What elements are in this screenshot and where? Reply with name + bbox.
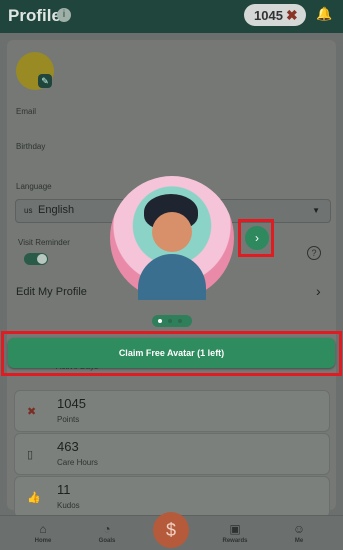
pager-dot[interactable] bbox=[178, 319, 182, 323]
dollar-icon[interactable]: $ bbox=[153, 512, 189, 548]
stat-value: 463 bbox=[57, 439, 79, 454]
visit-reminder-label: Visit Reminder bbox=[18, 238, 70, 247]
stat-caption: Points bbox=[57, 415, 80, 424]
avatar-pager[interactable] bbox=[152, 315, 192, 327]
bell-icon[interactable]: 🔔 bbox=[316, 6, 332, 22]
language-value: English bbox=[38, 204, 75, 216]
nav-item-me[interactable]: ☺ Me bbox=[276, 516, 322, 544]
language-code: us bbox=[24, 206, 33, 215]
nav-label: Me bbox=[294, 538, 304, 544]
nav-item-home[interactable]: ⌂ Home bbox=[20, 516, 66, 544]
pager-dot[interactable] bbox=[168, 319, 172, 323]
chevron-right-icon[interactable]: › bbox=[316, 283, 321, 299]
info-icon[interactable]: i bbox=[57, 8, 71, 22]
nav-item-rewards[interactable]: ▣ Rewards bbox=[212, 516, 258, 544]
page-title: Profile bbox=[8, 6, 61, 25]
points-value: 1045 bbox=[254, 8, 283, 23]
stat-card-care-hours: ▯ 463 Care Hours bbox=[14, 433, 330, 475]
edit-avatar-icon[interactable]: ✎ bbox=[38, 74, 52, 88]
nav-label: Rewards bbox=[222, 538, 248, 544]
edit-profile-link[interactable]: Edit My Profile bbox=[16, 286, 87, 298]
nav-label: Goals bbox=[98, 538, 116, 544]
avatar-face bbox=[152, 212, 192, 252]
highlight-box-next bbox=[238, 219, 274, 257]
points-badge[interactable]: 1045 ✖ bbox=[244, 4, 306, 26]
visit-reminder-toggle[interactable] bbox=[24, 253, 48, 265]
chevron-down-icon: ▼ bbox=[312, 206, 320, 215]
stat-caption: Kudos bbox=[57, 501, 80, 510]
thumbs-up-icon: 👍 bbox=[27, 492, 41, 504]
gift-icon: ▣ bbox=[229, 522, 241, 536]
language-label: Language bbox=[16, 182, 52, 191]
stat-caption: Care Hours bbox=[57, 458, 98, 467]
gauge-icon: ◔ bbox=[103, 522, 111, 536]
highlight-box-claim bbox=[1, 331, 342, 376]
cross-icon: ✖ bbox=[27, 406, 37, 418]
person-icon: ☺ bbox=[292, 522, 306, 536]
nav-item-goals[interactable]: ◔ Goals bbox=[84, 516, 130, 544]
birthday-label: Birthday bbox=[16, 142, 46, 151]
stat-value: 11 bbox=[57, 482, 71, 497]
home-icon: ⌂ bbox=[39, 522, 47, 536]
stat-value: 1045 bbox=[57, 396, 86, 411]
pager-dot-active[interactable] bbox=[158, 319, 162, 323]
stat-card-points: ✖ 1045 Points bbox=[14, 390, 330, 432]
email-label: Email bbox=[16, 107, 37, 116]
clipboard-icon: ▯ bbox=[27, 449, 34, 461]
avatar-preview bbox=[110, 176, 234, 300]
cross-icon: ✖ bbox=[286, 7, 298, 23]
avatar-body bbox=[138, 254, 206, 300]
app-header: Profile i 1045 ✖ 🔔 bbox=[0, 0, 343, 33]
nav-label: Home bbox=[34, 538, 52, 544]
help-icon[interactable]: ? bbox=[307, 246, 321, 260]
